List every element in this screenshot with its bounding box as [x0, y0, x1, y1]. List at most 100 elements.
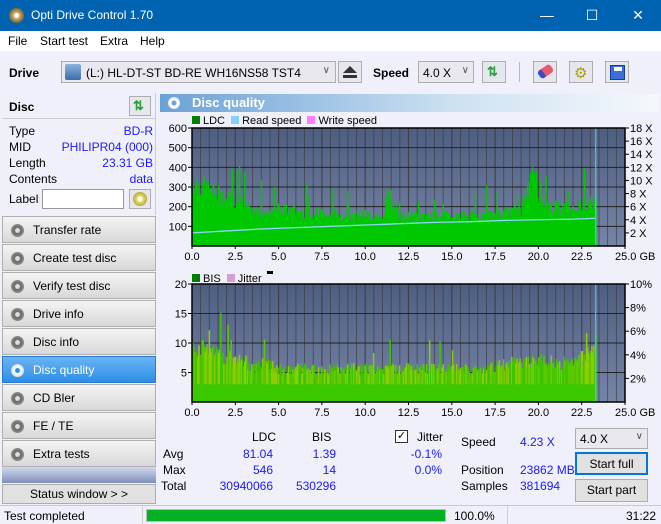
x-tick-label: 12.5 — [398, 407, 419, 419]
y2-tick-label: 10 X — [630, 175, 653, 187]
y-tick-label: 200 — [169, 202, 187, 214]
y-tick-label: 5 — [181, 368, 187, 380]
y2-tick-label: 2 X — [630, 228, 647, 240]
erase-button[interactable] — [533, 61, 557, 83]
x-tick-label: 10.0 — [354, 407, 375, 419]
refresh-button[interactable]: ⇅ — [482, 61, 506, 83]
start-full-button[interactable]: Start full — [575, 452, 648, 475]
x-tick-label: 17.5 — [484, 251, 505, 263]
menu-file[interactable]: File — [8, 34, 27, 48]
menu-start-test[interactable]: Start test — [40, 34, 88, 48]
jitter-max: 0.0% — [414, 463, 442, 477]
sidebar-item-fe-te[interactable]: FE / TE — [2, 412, 156, 439]
drive-select[interactable]: (L:) HL-DT-ST BD-RE WH16NS58 TST4 ∨ — [61, 61, 336, 83]
start-part-button[interactable]: Start part — [575, 479, 648, 502]
x-tick-label: 5.0 — [271, 251, 286, 263]
samples-label: Samples — [461, 479, 508, 493]
x-tick-label: 17.5 — [484, 407, 505, 419]
sidebar-item-extra-tests[interactable]: Extra tests — [2, 440, 156, 467]
stats-total-bis: 530296 — [295, 479, 336, 493]
y-tick-label: 20 — [175, 279, 187, 291]
sidebar-item-verify-test-disc[interactable]: Verify test disc — [2, 272, 156, 299]
status-window-button[interactable]: Status window > > — [2, 484, 156, 504]
sidebar-item-cd-bler[interactable]: CD Bler — [2, 384, 156, 411]
disc-tool-icon — [11, 420, 24, 433]
close-button[interactable]: ✕ — [615, 0, 661, 31]
stats-max-ldc: 546 — [252, 463, 273, 477]
sidebar-item-label: Drive info — [33, 307, 84, 321]
disc-refresh-button[interactable]: ⇅ — [129, 96, 151, 116]
eject-icon — [343, 66, 357, 73]
label-input[interactable] — [42, 189, 124, 209]
speed-select[interactable]: 4.0 X ∨ — [418, 61, 474, 83]
sidebar-item-drive-info[interactable]: Drive info — [2, 300, 156, 327]
panel-title: Disc quality — [192, 95, 265, 110]
save-icon — [610, 65, 625, 80]
position-value: 23862 MB — [520, 463, 575, 477]
nav-spacer — [2, 467, 156, 483]
y-tick-label: 15 — [175, 309, 187, 321]
eject-button[interactable] — [338, 61, 362, 83]
minimize-button[interactable]: — — [524, 0, 570, 31]
settings-button[interactable]: ⚙ — [569, 61, 593, 83]
y-tick-label: 400 — [169, 162, 187, 174]
disc-tool-icon — [11, 224, 24, 237]
sidebar-item-create-test-disc[interactable]: Create test disc — [2, 244, 156, 271]
title-bar: Opti Drive Control 1.70 — ☐ ✕ — [0, 0, 661, 31]
eraser-icon — [536, 63, 555, 80]
maximize-button[interactable]: ☐ — [569, 0, 615, 31]
position-label: Position — [461, 463, 504, 477]
disc-header: Disc — [9, 100, 35, 114]
status-bar: Test completed 100.0% 31:22 — [0, 505, 661, 524]
x-tick-label: 2.5 — [228, 251, 243, 263]
save-button[interactable] — [605, 61, 629, 83]
sidebar-item-label: CD Bler — [33, 391, 76, 405]
speed-stat-value: 4.23 X — [520, 435, 555, 449]
y2-tick-label: 6 X — [630, 202, 647, 214]
toolbar: Drive (L:) HL-DT-ST BD-RE WH16NS58 TST4 … — [0, 51, 661, 93]
disc-mid-value: PHILIPR04 (000) — [61, 140, 153, 154]
stats-total-ldc: 30940066 — [219, 479, 273, 493]
disc-tool-icon — [11, 448, 24, 461]
progress-label: 100.0% — [454, 509, 495, 523]
panel-header: Disc quality — [160, 94, 659, 112]
y-tick-label: 300 — [169, 182, 187, 194]
y2-tick-label: 14 X — [630, 149, 653, 161]
test-speed-select[interactable]: 4.0 X ∨ — [575, 428, 648, 449]
x-tick-label: 0.0 — [184, 251, 199, 263]
jitter-avg: -0.1% — [410, 447, 442, 461]
x-tick-label: 5.0 — [271, 407, 286, 419]
sidebar-item-label: Create test disc — [33, 251, 117, 265]
stats-avg-label: Avg — [163, 447, 184, 461]
y2-tick-label: 18 X — [630, 123, 653, 135]
sidebar-item-label: Transfer rate — [33, 223, 102, 237]
disc-type-row: Type BD-R — [9, 124, 153, 138]
data-base — [192, 234, 596, 246]
y-tick-label: 100 — [169, 221, 187, 233]
stats-avg-bis: 1.39 — [312, 447, 336, 461]
x-tick-label: 22.5 — [571, 407, 592, 419]
bis-chart: 5 10 15 20 2% 4% 6% 8% 10% 0.0 2.5 5.0 7.5 10.0 12.5 15… — [175, 279, 656, 419]
y2-tick-label: 8% — [630, 303, 646, 315]
sidebar-item-disc-quality[interactable]: Disc quality — [2, 356, 156, 383]
sidebar-item-transfer-rate[interactable]: Transfer rate — [2, 216, 156, 243]
jitter-label: Jitter — [417, 430, 444, 444]
disc-mid-row: MID PHILIPR04 (000) — [9, 140, 153, 154]
x-tick-label: 2.5 — [228, 407, 243, 419]
jitter-checkbox[interactable]: ✓ — [395, 430, 408, 443]
disc-icon — [133, 192, 147, 206]
y2-tick-label: 4 X — [630, 215, 647, 227]
label-apply-button[interactable] — [129, 189, 151, 209]
drive-icon — [65, 64, 81, 80]
disc-contents-value: data — [129, 172, 153, 186]
chevron-down-icon: ∨ — [461, 65, 469, 76]
drive-value: (L:) HL-DT-ST BD-RE WH16NS58 TST4 — [86, 66, 301, 80]
menu-extra[interactable]: Extra — [100, 34, 128, 48]
menu-help[interactable]: Help — [140, 34, 165, 48]
sidebar-item-disc-info[interactable]: Disc info — [2, 328, 156, 355]
ldc-chart: 100 200 300 400 500 600 2 X4 X6 X8 X 10 X12 X14… — [169, 123, 656, 263]
y2-tick-label: 10% — [630, 279, 652, 291]
sidebar-item-label: FE / TE — [33, 419, 74, 433]
disc-tool-icon — [11, 308, 24, 321]
disc-length-row: Length 23.31 GB — [9, 156, 153, 170]
